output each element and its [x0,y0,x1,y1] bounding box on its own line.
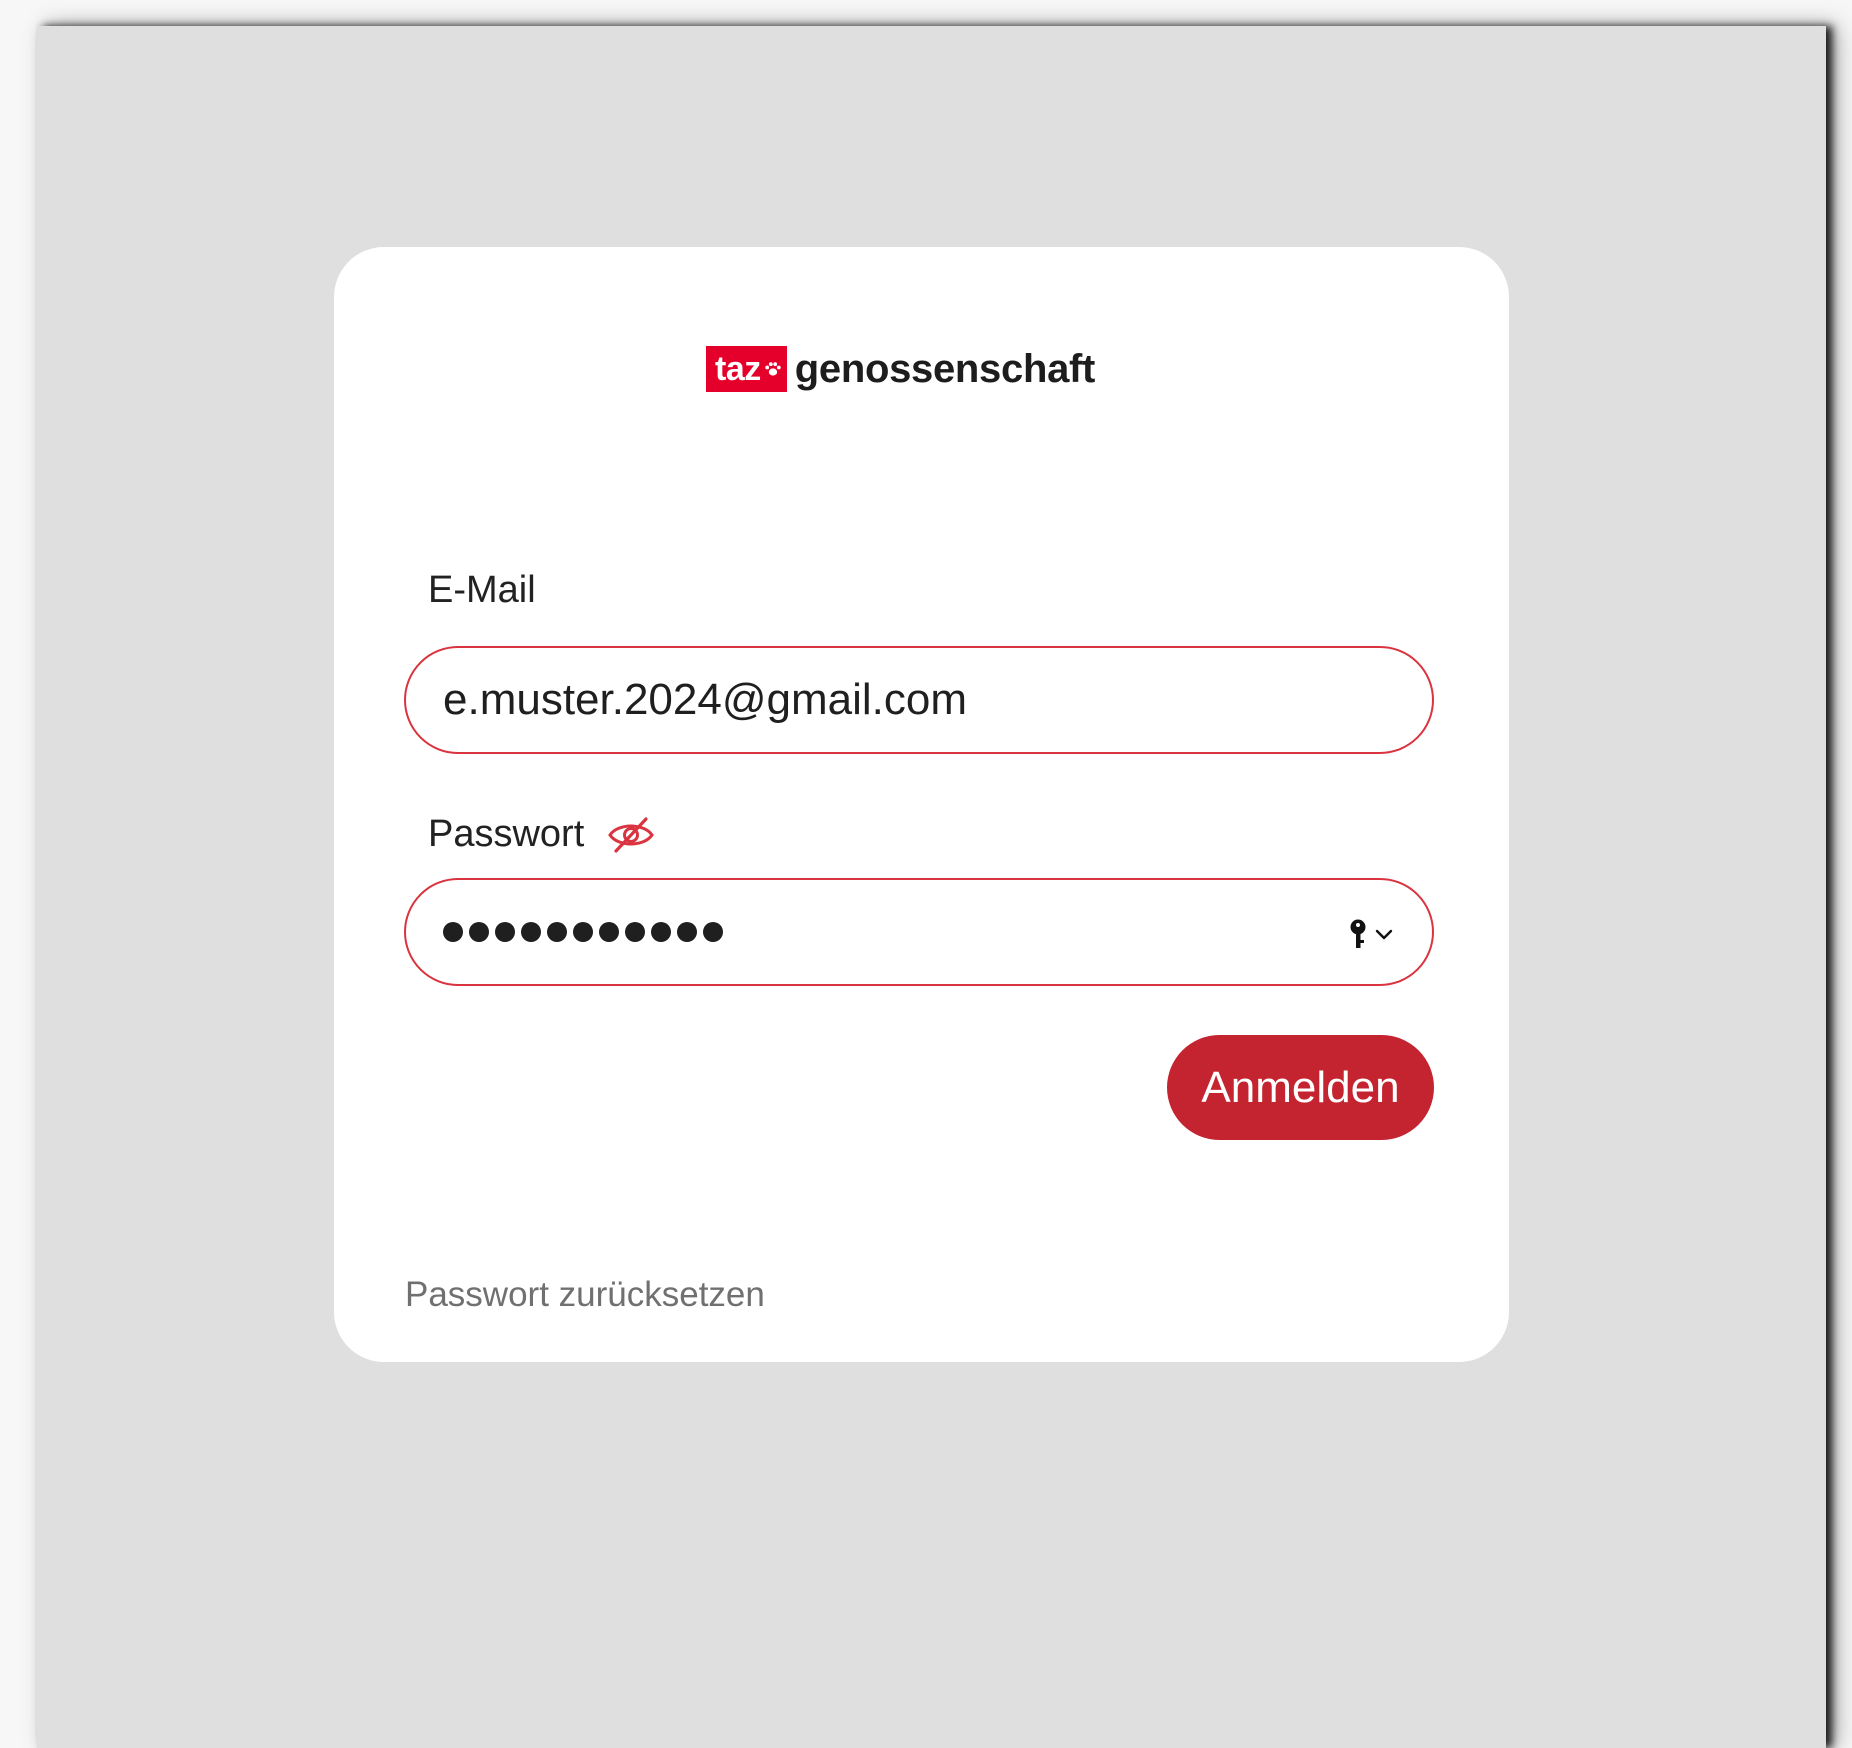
email-label: E-Mail [428,569,536,611]
login-card: taz genossenschaft E-Mail Passwort [334,247,1509,1362]
reset-password-link[interactable]: Passwort zurücksetzen [405,1275,765,1315]
chevron-down-icon [1375,929,1393,940]
password-dot [469,922,489,942]
password-dot [703,922,723,942]
password-dot [521,922,541,942]
password-dot [599,922,619,942]
email-field-container [404,646,1434,754]
password-dot [443,922,463,942]
email-field[interactable] [443,675,1343,725]
logo-badge: taz [706,346,787,392]
paw-icon [765,362,781,376]
key-icon [1350,919,1366,948]
password-dot [573,922,593,942]
password-dot [625,922,645,942]
eye-slash-icon[interactable] [606,815,656,855]
password-dot [495,922,515,942]
password-label: Passwort [428,813,585,855]
password-label-row: Passwort [428,813,656,856]
password-manager-button[interactable] [1346,918,1394,950]
password-dot [651,922,671,942]
password-dot [547,922,567,942]
password-mask [443,922,723,942]
page-background: taz genossenschaft E-Mail Passwort [37,26,1826,1748]
logo-wordmark: genossenschaft [794,346,1096,391]
password-field[interactable] [404,878,1434,986]
logo-badge-text: taz [715,349,761,388]
taz-genossenschaft-logo: taz genossenschaft [706,346,1095,392]
password-dot [677,922,697,942]
login-button[interactable]: Anmelden [1167,1035,1434,1140]
